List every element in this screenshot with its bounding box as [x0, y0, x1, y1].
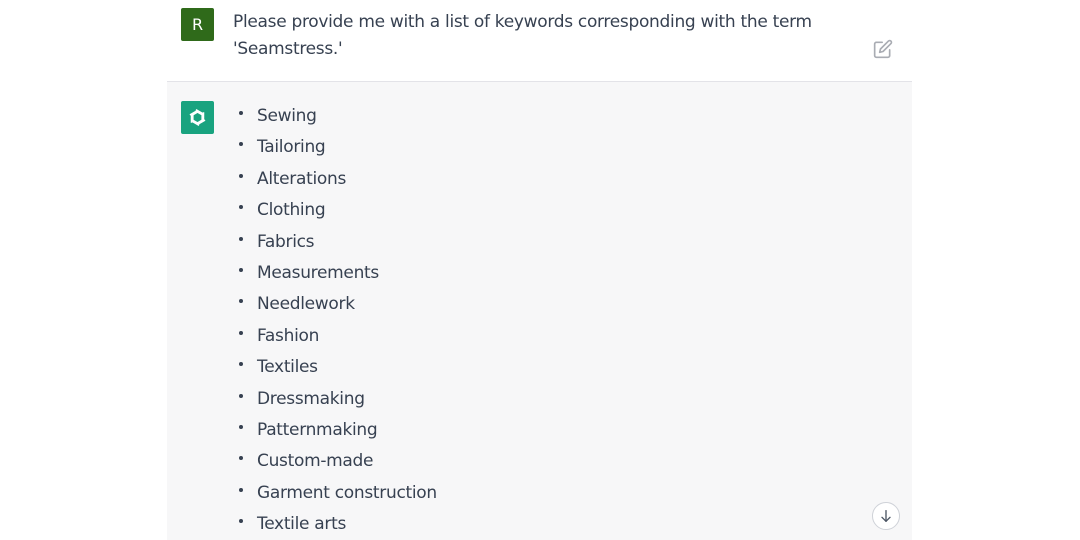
- keyword-text: Patternmaking: [257, 419, 378, 440]
- bullet-icon: [239, 519, 243, 524]
- list-item: Sewing: [237, 101, 437, 132]
- user-avatar: R: [181, 8, 214, 41]
- keyword-text: Alterations: [257, 168, 347, 189]
- list-item: Alterations: [237, 164, 437, 195]
- list-item: Textile arts: [237, 509, 437, 540]
- keyword-list: Sewing Tailoring Alterations Clothing Fabric…: [237, 101, 437, 540]
- list-item: Fashion: [237, 321, 437, 352]
- list-item: Dressmaking: [237, 384, 437, 415]
- scroll-to-bottom-button[interactable]: [872, 502, 900, 530]
- keyword-text: Clothing: [257, 200, 326, 221]
- bullet-icon: [239, 456, 243, 461]
- user-message: R Please provide me with a list of keywo…: [167, 0, 912, 82]
- bullet-icon: [239, 111, 243, 115]
- bullet-icon: [239, 487, 243, 492]
- bullet-icon: [239, 393, 243, 398]
- keyword-text: Fabrics: [257, 231, 315, 252]
- bullet-icon: [239, 142, 243, 147]
- assistant-message: Sewing Tailoring Alterations Clothing Fabric…: [167, 82, 912, 540]
- list-item: Tailoring: [237, 132, 437, 163]
- list-item: Custom-made: [237, 446, 437, 477]
- bullet-icon: [239, 299, 243, 304]
- keyword-text: Measurements: [257, 262, 379, 283]
- list-item: Clothing: [237, 195, 437, 226]
- user-message-text: Please provide me with a list of keyword…: [233, 12, 812, 59]
- bullet-icon: [239, 205, 243, 210]
- keyword-text: Garment construction: [257, 482, 437, 503]
- keyword-text: Needlework: [257, 294, 355, 315]
- bullet-icon: [239, 267, 243, 272]
- keyword-text: Tailoring: [257, 137, 326, 158]
- keyword-text: Textile arts: [257, 514, 347, 535]
- keyword-text: Custom-made: [257, 451, 374, 472]
- bullet-icon: [239, 236, 243, 241]
- list-item: Patternmaking: [237, 415, 437, 446]
- list-item: Garment construction: [237, 478, 437, 509]
- keyword-text: Sewing: [257, 106, 317, 126]
- bullet-icon: [239, 173, 243, 178]
- bullet-icon: [239, 362, 243, 367]
- list-item: Fabrics: [237, 227, 437, 258]
- arrow-down-icon: [881, 510, 891, 522]
- list-item: Needlework: [237, 289, 437, 320]
- chat-thread: R Please provide me with a list of keywo…: [167, 0, 912, 540]
- edit-icon[interactable]: [873, 39, 893, 59]
- openai-logo-icon: [181, 101, 214, 134]
- keyword-text: Fashion: [257, 325, 320, 346]
- list-item: Measurements: [237, 258, 437, 289]
- keyword-text: Dressmaking: [257, 388, 365, 409]
- list-item: Textiles: [237, 352, 437, 383]
- bullet-icon: [239, 424, 243, 429]
- bullet-icon: [239, 330, 243, 335]
- keyword-text: Textiles: [257, 357, 318, 378]
